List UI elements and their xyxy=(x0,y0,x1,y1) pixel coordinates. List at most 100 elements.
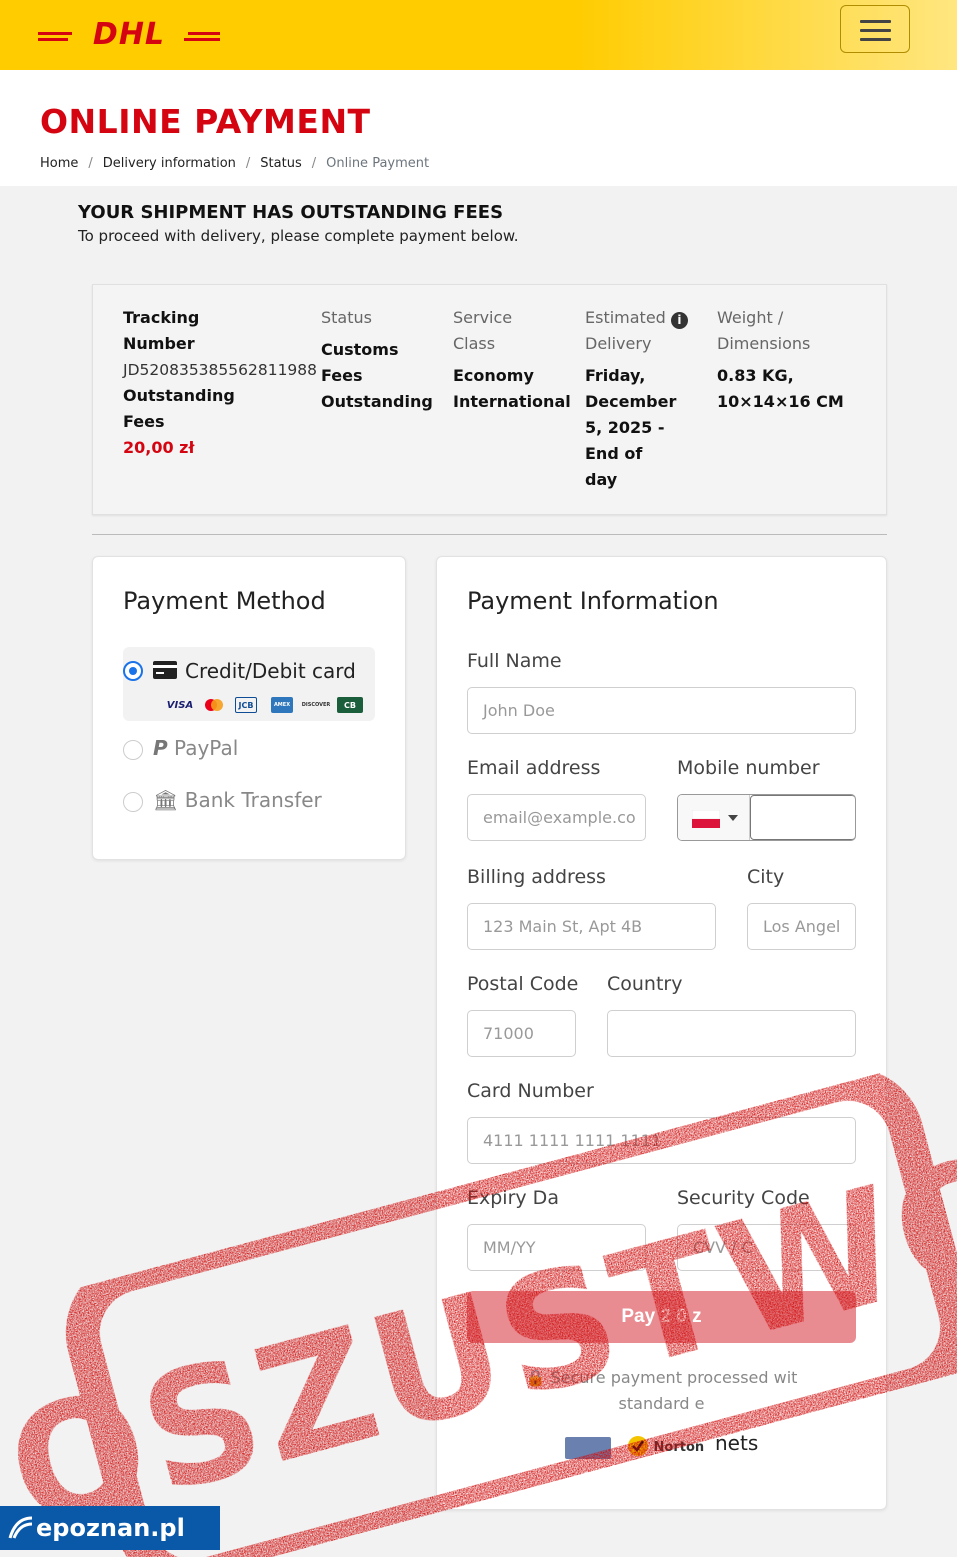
tracking-column: Tracking Number JD520835385562811988 Out… xyxy=(123,305,323,461)
norton-label: Norton xyxy=(653,1440,705,1455)
breadcrumb-current: Online Payment xyxy=(326,156,430,171)
fees-label-2: Fees xyxy=(123,412,165,431)
full-name-label: Full Name xyxy=(467,650,562,672)
breadcrumb-delivery-information[interactable]: Delivery information xyxy=(103,156,236,171)
notice-title: YOUR SHIPMENT HAS OUTSTANDING FEES xyxy=(78,202,504,223)
delivery-value-5: day xyxy=(585,470,618,489)
tracking-label: Tracking xyxy=(123,308,200,327)
country-code-dropdown[interactable] xyxy=(678,795,750,840)
credit-card-icon xyxy=(153,661,177,679)
delivery-value: Friday, xyxy=(585,366,646,385)
radio-credit-card[interactable] xyxy=(123,661,143,681)
fees-label: Outstanding xyxy=(123,386,235,405)
hamburger-icon-line xyxy=(860,29,891,32)
radio-bank-transfer[interactable] xyxy=(123,792,143,812)
status-value: Customs xyxy=(321,340,399,359)
card-number-label: Card Number xyxy=(467,1080,594,1102)
epoznan-logo-icon xyxy=(8,1516,33,1539)
postal-code-label: Postal Code xyxy=(467,973,579,995)
option-bank-transfer[interactable]: 🏛 Bank Transfer xyxy=(153,788,322,812)
delivery-value-3: 5, 2025 - xyxy=(585,418,665,437)
weight-label: Weight / xyxy=(717,308,784,327)
mastercard-icon xyxy=(205,699,223,711)
secure-payment-note: 🔒 Secure payment processed wit standard … xyxy=(467,1365,856,1417)
payment-method-card: Payment Method Credit/Debit card VISA JC… xyxy=(92,556,406,860)
weight-column: Weight / Dimensions 0.83 KG, 10×14×16 CM xyxy=(717,305,877,415)
security-badge-icon xyxy=(565,1437,611,1459)
notice-subtitle: To proceed with delivery, please complet… xyxy=(78,227,519,245)
service-label-2: Class xyxy=(453,334,496,353)
jcb-icon: JCB xyxy=(235,697,257,713)
service-value-2: International xyxy=(453,392,571,411)
postal-code-input[interactable]: 71000 xyxy=(467,1010,576,1057)
norton-check-icon xyxy=(628,1436,648,1456)
city-input[interactable]: Los Angel xyxy=(747,903,856,950)
discover-icon: DISCOVER xyxy=(301,702,331,708)
page-title: ONLINE PAYMENT xyxy=(40,102,371,141)
fees-value: 20,00 zł xyxy=(123,438,195,457)
radio-paypal[interactable] xyxy=(123,740,143,760)
city-label: City xyxy=(747,866,785,888)
security-code-input[interactable]: CVV / C xyxy=(677,1224,856,1271)
option-credit-card[interactable]: Credit/Debit card VISA JCB AMEX DISCOVER… xyxy=(123,647,375,721)
info-icon[interactable]: i xyxy=(670,312,688,329)
breadcrumb: Home / Delivery information / Status / O… xyxy=(40,156,429,171)
bank-icon: 🏛 xyxy=(153,788,179,812)
delivery-label: Estimated i xyxy=(585,305,715,331)
dhl-logo[interactable]: DHL xyxy=(38,18,220,48)
mobile-number-input[interactable] xyxy=(750,795,855,840)
cb-icon: CB xyxy=(337,697,363,713)
epoznan-watermark: epoznan.pl xyxy=(0,1506,220,1550)
header-bar: DHL xyxy=(0,0,957,70)
email-input[interactable]: email@example.co xyxy=(467,794,646,841)
delivery-label-text: Estimated xyxy=(585,308,666,327)
billing-address-input[interactable]: 123 Main St, Apt 4B xyxy=(467,903,716,950)
status-column: Status Customs Fees Outstanding xyxy=(321,305,451,415)
delivery-label-2: Delivery xyxy=(585,334,652,353)
weight-value: 0.83 KG, xyxy=(717,366,794,385)
status-value-2: Fees xyxy=(321,366,363,385)
payment-method-title: Payment Method xyxy=(123,587,326,615)
mobile-label: Mobile number xyxy=(677,757,820,779)
card-number-input[interactable]: 4111 1111 1111 1111 xyxy=(467,1117,856,1164)
delivery-value-4: End of xyxy=(585,444,643,463)
service-label: Service xyxy=(453,308,513,327)
hamburger-icon-line xyxy=(860,38,891,41)
breadcrumb-separator: / xyxy=(245,156,251,171)
poland-flag-icon xyxy=(692,810,720,828)
email-label: Email address xyxy=(467,757,601,779)
svg-text:DHL: DHL xyxy=(93,18,165,48)
nets-badge: nets xyxy=(715,1431,759,1455)
weight-value-2: 10×14×16 CM xyxy=(717,392,844,411)
norton-badge: Norton xyxy=(627,1435,704,1457)
option-paypal[interactable]: P PayPal xyxy=(153,736,238,760)
breadcrumb-home[interactable]: Home xyxy=(40,156,78,171)
weight-label-2: Dimensions xyxy=(717,334,811,353)
secure-line-1: Secure payment processed wit xyxy=(550,1368,798,1387)
expiry-date-label: Expiry Da xyxy=(467,1187,559,1209)
menu-toggle-button[interactable] xyxy=(840,5,910,53)
hamburger-icon xyxy=(860,20,891,23)
option-paypal-label: PayPal xyxy=(174,736,239,760)
delivery-column: Estimated i Delivery Friday, December 5,… xyxy=(585,305,715,493)
country-label: Country xyxy=(607,973,683,995)
paypal-icon: P xyxy=(153,736,168,760)
tracking-number: JD520835385562811988 xyxy=(123,361,318,379)
breadcrumb-status[interactable]: Status xyxy=(260,156,301,171)
shipment-summary: Tracking Number JD520835385562811988 Out… xyxy=(92,284,887,515)
divider xyxy=(92,534,887,535)
pay-button[interactable]: Pay 2 0 z xyxy=(467,1291,856,1343)
secure-line-2: standard e xyxy=(618,1394,705,1413)
caret-down-icon xyxy=(728,815,738,821)
amex-icon: AMEX xyxy=(271,697,293,713)
country-select[interactable] xyxy=(607,1010,856,1057)
lock-icon: 🔒 xyxy=(525,1368,546,1387)
visa-icon: VISA xyxy=(166,699,194,711)
payment-information-title: Payment Information xyxy=(467,587,719,615)
service-column: Service Class Economy International xyxy=(453,305,583,415)
tracking-label-2: Number xyxy=(123,334,195,353)
full-name-input[interactable]: John Doe xyxy=(467,687,856,734)
service-value: Economy xyxy=(453,366,534,385)
expiry-date-input[interactable]: MM/YY xyxy=(467,1224,646,1271)
breadcrumb-separator: / xyxy=(88,156,93,171)
